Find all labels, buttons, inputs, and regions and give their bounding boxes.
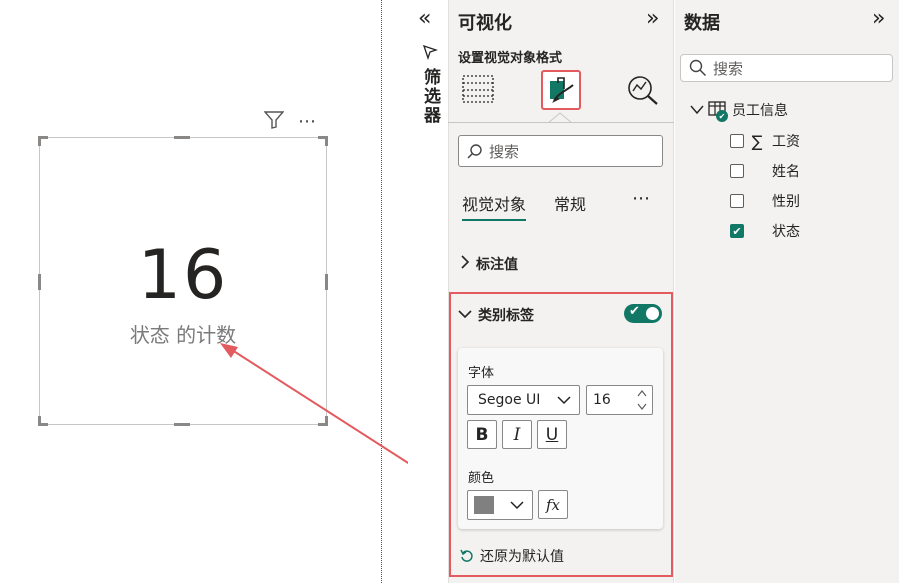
section-callout-value[interactable]: 标注值 xyxy=(460,254,518,274)
font-label: 字体 xyxy=(468,366,495,381)
viz-search-input[interactable]: 搜索 xyxy=(458,135,663,167)
field-checkbox-checked[interactable]: ✔ xyxy=(730,224,744,238)
field-checkbox[interactable] xyxy=(730,164,744,178)
color-picker[interactable] xyxy=(467,490,533,520)
chevron-right-icon xyxy=(460,255,470,273)
font-family-value: Segoe UI xyxy=(478,392,541,408)
color-swatch xyxy=(474,496,494,514)
expand-viz-icon[interactable]: » xyxy=(646,6,659,31)
fx-button[interactable]: fx xyxy=(538,490,568,519)
sigma-icon: ∑ xyxy=(751,131,763,151)
analytics-magnifier-icon[interactable] xyxy=(626,74,660,110)
field-name: 工资 xyxy=(772,134,800,150)
font-size-value: 16 xyxy=(593,392,611,408)
search-icon xyxy=(467,144,482,159)
tab-visual[interactable]: 视觉对象 xyxy=(462,191,527,221)
section-category-label[interactable]: 类别标签 xyxy=(458,305,534,325)
table-node-employee[interactable]: ✔ 员工信息 xyxy=(690,100,788,122)
data-pane xyxy=(675,0,899,583)
reset-default-label: 还原为默认值 xyxy=(480,549,564,565)
bold-button[interactable]: B xyxy=(467,420,497,449)
table-grid-icon[interactable] xyxy=(462,74,494,108)
section-callout-value-label: 标注值 xyxy=(476,257,518,273)
field-row-name[interactable]: 姓名 xyxy=(730,161,800,181)
expand-data-icon[interactable]: » xyxy=(872,6,885,31)
table-icon: ✔ xyxy=(708,101,728,122)
collapse-filters-icon[interactable]: « xyxy=(418,6,431,31)
font-family-select[interactable]: Segoe UI xyxy=(467,385,580,415)
field-row-status[interactable]: ✔ 状态 xyxy=(730,221,800,241)
field-checkbox[interactable] xyxy=(730,194,744,208)
format-visual-subtitle: 设置视觉对象格式 xyxy=(458,51,563,66)
section-category-label-text: 类别标签 xyxy=(478,308,534,324)
field-name: 姓名 xyxy=(772,164,800,180)
field-row-gender[interactable]: 性别 xyxy=(730,191,800,211)
chevron-down-icon xyxy=(557,395,571,404)
data-search-placeholder: 搜索 xyxy=(713,59,744,78)
check-icon: ✔ xyxy=(629,304,640,319)
chevron-down-icon xyxy=(510,500,524,509)
font-size-stepper[interactable]: 16 xyxy=(586,385,653,415)
underline-button[interactable]: U xyxy=(537,420,567,449)
data-pane-title: 数据 xyxy=(684,13,720,34)
italic-button[interactable]: I xyxy=(502,420,532,449)
toggle-knob xyxy=(646,307,659,320)
field-name: 性别 xyxy=(772,194,800,210)
table-name: 员工信息 xyxy=(732,103,788,119)
field-row-salary[interactable]: ∑ 工资 xyxy=(730,131,800,151)
chevron-down-icon xyxy=(458,307,472,323)
viz-search-placeholder: 搜索 xyxy=(489,142,520,161)
category-label-toggle[interactable]: ✔ xyxy=(624,304,662,323)
stepper-arrows-icon[interactable] xyxy=(636,387,648,413)
tab-general[interactable]: 常规 xyxy=(554,191,586,215)
data-search-input[interactable]: 搜索 xyxy=(680,54,893,82)
paint-brush-format-icon[interactable] xyxy=(541,70,581,110)
tabs-more-icon[interactable]: ⋯ xyxy=(632,188,650,209)
viz-pane-title: 可视化 xyxy=(458,13,512,34)
search-icon xyxy=(689,59,707,77)
table-used-check-icon: ✔ xyxy=(716,110,728,122)
chevron-down-icon xyxy=(690,105,704,115)
filter-funnel-icon xyxy=(422,44,439,64)
field-name: 状态 xyxy=(772,224,800,240)
reset-icon xyxy=(460,549,473,562)
viz-divider xyxy=(448,122,674,123)
reset-default-button[interactable]: 还原为默认值 xyxy=(460,546,564,566)
field-checkbox[interactable] xyxy=(730,134,744,148)
filters-pane-title[interactable]: 筛选器 xyxy=(418,68,443,125)
color-label: 颜色 xyxy=(468,471,495,486)
